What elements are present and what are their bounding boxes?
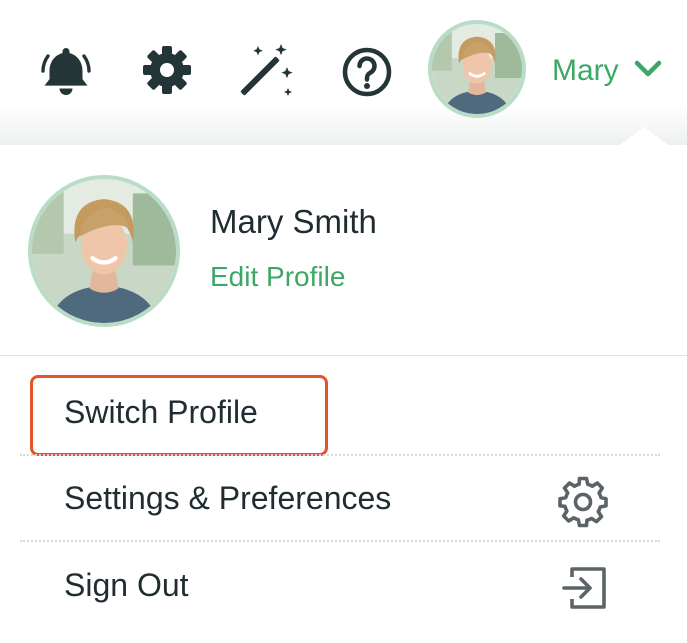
gear-icon — [141, 44, 193, 96]
settings-button[interactable] — [141, 44, 193, 96]
divider — [20, 540, 660, 542]
notifications-button[interactable] — [38, 42, 94, 98]
edit-profile-link[interactable]: Edit Profile — [210, 261, 345, 293]
divider — [0, 355, 687, 356]
chevron-down-icon — [633, 59, 663, 84]
help-icon — [340, 45, 394, 99]
help-button[interactable] — [340, 45, 394, 99]
user-menu-toggle[interactable]: Mary — [552, 48, 663, 94]
gear-icon — [557, 476, 609, 528]
avatar[interactable] — [428, 20, 526, 118]
magic-button[interactable] — [238, 42, 296, 100]
switch-profile-item[interactable]: Switch Profile — [64, 394, 258, 431]
profile-full-name: Mary Smith — [210, 203, 377, 240]
divider — [20, 454, 660, 456]
profile-avatar — [28, 175, 180, 327]
sign-out-icon — [560, 563, 608, 611]
sign-out-item[interactable]: Sign Out — [64, 567, 189, 604]
user-name: Mary — [552, 54, 619, 87]
bell-icon — [38, 42, 94, 98]
settings-preferences-item[interactable]: Settings & Preferences — [64, 480, 391, 517]
magic-wand-icon — [238, 42, 296, 100]
top-navigation-bar: Mary — [0, 0, 687, 145]
dropdown-caret — [620, 127, 668, 145]
